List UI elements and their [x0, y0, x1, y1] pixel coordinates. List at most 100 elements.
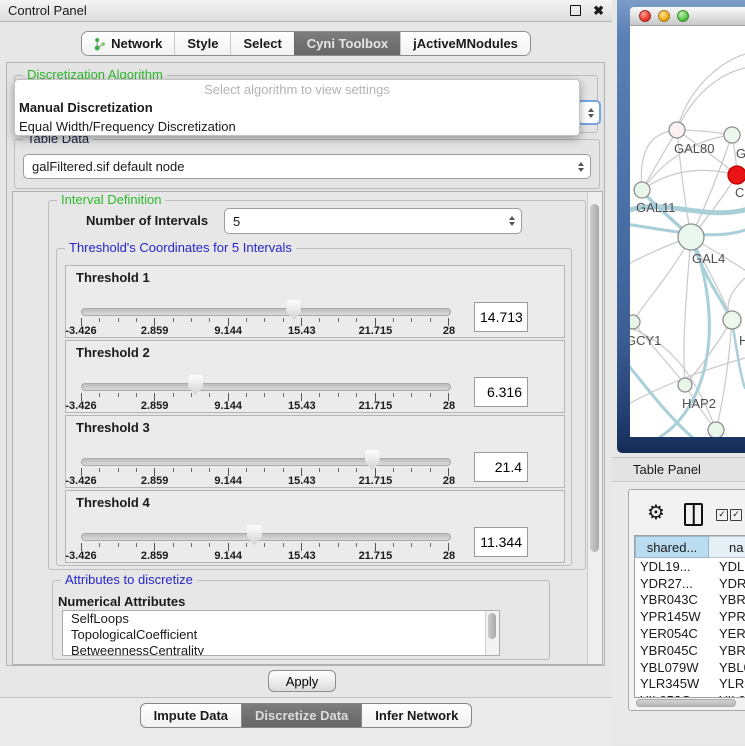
table-horizontal-scrollbar[interactable]	[634, 698, 745, 708]
split-columns-icon[interactable]	[684, 503, 703, 526]
settings-scrollbar-thumb[interactable]	[590, 204, 599, 552]
threshold-1-slider-thumb[interactable]	[286, 300, 301, 320]
slider-scale-labels: -3.4262.8599.14415.4321.71528	[81, 400, 449, 412]
table-panel-header: Table Panel	[612, 457, 745, 482]
tab-label: Network	[111, 36, 162, 51]
float-window-icon[interactable]	[570, 5, 581, 16]
tab-label: Style	[187, 36, 218, 51]
attribute-item-betweennesscentrality[interactable]: BetweennessCentrality	[63, 643, 499, 656]
gear-icon[interactable]: ⚙	[647, 502, 665, 522]
tab-infer-network[interactable]: Infer Network	[361, 703, 472, 728]
node-label: GA	[736, 146, 745, 161]
number-of-intervals-combo[interactable]: 5	[224, 208, 522, 234]
network-node-gal11[interactable]	[634, 182, 650, 198]
tab-discretize-data[interactable]: Discretize Data	[241, 703, 362, 728]
thresholds-group-title: Threshold's Coordinates for 5 Intervals	[65, 241, 296, 255]
cell-name: YLR3	[709, 676, 745, 691]
table-scrollbar-thumb[interactable]	[636, 699, 736, 707]
attribute-item-topologicalcoefficient[interactable]: TopologicalCoefficient	[63, 627, 499, 643]
scale-label: 21.715	[359, 325, 393, 337]
minimize-traffic-light-icon[interactable]	[658, 10, 670, 22]
algorithm-option-manual-discretization[interactable]: Manual Discretization	[15, 98, 579, 117]
column-header-shared-name[interactable]: shared...	[635, 536, 709, 558]
table-row[interactable]: YLR345WYLR3	[635, 676, 745, 693]
numerical-attributes-list[interactable]: SelfLoopsTopologicalCoefficientBetweenne…	[62, 610, 500, 656]
algorithm-dropdown-popup: Select algorithm to view settings Manual…	[14, 79, 580, 136]
table-row[interactable]: YPR145WYPR1	[635, 608, 745, 625]
threshold-3-value-field[interactable]	[474, 452, 528, 482]
network-node-hap2[interactable]	[678, 378, 692, 392]
network-node-c[interactable]	[728, 166, 745, 184]
network-node[interactable]	[708, 422, 724, 437]
attributes-scrollbar-thumb[interactable]	[488, 613, 496, 639]
checkbox-icon[interactable]: ✓	[716, 509, 728, 521]
close-icon[interactable]: ✖	[593, 6, 604, 16]
threshold-4-slider-thumb[interactable]	[247, 525, 262, 545]
algorithm-combo-stepper[interactable]	[577, 100, 601, 125]
table-row[interactable]: YDR27...YDR2	[635, 575, 745, 592]
slider-track[interactable]	[81, 458, 451, 466]
cell-shared-name: YDL19...	[635, 559, 709, 574]
network-node-gal80[interactable]	[669, 122, 685, 138]
tab-jactivemnodules[interactable]: jActiveMNodules	[400, 32, 530, 55]
threshold-panel-2: Threshold 2-3.4262.8599.14415.4321.71528	[65, 340, 565, 413]
slider-scale-labels: -3.4262.8599.14415.4321.71528	[81, 550, 449, 562]
threshold-3-slider[interactable]: -3.4262.8599.14415.4321.71528	[81, 416, 449, 489]
cell-shared-name: YPR145W	[635, 609, 709, 624]
table-row[interactable]: YDL19...YDL1	[635, 558, 745, 575]
tab-cyni-toolbox[interactable]: Cyni Toolbox	[294, 32, 400, 55]
cell-name: YPR1	[709, 609, 745, 624]
scale-label: 21.715	[359, 400, 393, 412]
tab-style[interactable]: Style	[174, 32, 230, 55]
network-node-gcy1[interactable]	[630, 315, 640, 329]
column-header-name[interactable]: na	[709, 536, 745, 558]
table-row[interactable]: YBL079WYBL0	[635, 659, 745, 676]
scale-label: 2.859	[141, 475, 169, 487]
table-row[interactable]: YBR045CYBR0	[635, 642, 745, 659]
scale-label: 9.144	[214, 475, 242, 487]
cell-shared-name: YBR043C	[635, 592, 709, 607]
table-header-row: shared... na	[635, 536, 745, 558]
slider-track[interactable]	[81, 533, 451, 541]
threshold-panel-3: Threshold 3-3.4262.8599.14415.4321.71528	[65, 415, 565, 488]
slider-track[interactable]	[81, 383, 451, 391]
node-label: H	[739, 333, 745, 348]
table-panel-body: ⚙ ✓ ✓ shared... na YDL19...YDL1YDR27...Y…	[612, 482, 745, 745]
tab-impute-data[interactable]: Impute Data	[140, 703, 242, 728]
attributes-list-scrollbar[interactable]	[485, 611, 499, 655]
threshold-4-slider[interactable]: -3.4262.8599.14415.4321.71528	[81, 491, 449, 564]
zoom-traffic-light-icon[interactable]	[677, 10, 689, 22]
stepper-arrows-icon	[578, 162, 584, 172]
tab-select[interactable]: Select	[230, 32, 293, 55]
node-label: GAL4	[692, 251, 725, 266]
scale-label: 9.144	[214, 325, 242, 337]
network-canvas[interactable]: GAL80GACGAL11GAL4GCY1HHAP2	[630, 26, 745, 437]
apply-button[interactable]: Apply	[268, 670, 336, 692]
scale-label: 28	[443, 550, 455, 562]
threshold-3-slider-thumb[interactable]	[365, 450, 380, 470]
tab-network[interactable]: Network	[82, 32, 174, 55]
number-of-intervals-value: 5	[233, 214, 505, 229]
threshold-2-value-field[interactable]	[474, 377, 528, 407]
attribute-item-selfloops[interactable]: SelfLoops	[63, 611, 499, 627]
slider-track[interactable]	[81, 308, 451, 316]
threshold-1-value-field[interactable]	[474, 302, 528, 332]
table-row[interactable]: YBR043CYBR0	[635, 592, 745, 609]
threshold-4-value-field[interactable]	[474, 527, 528, 557]
table-row[interactable]: YER054CYER0	[635, 625, 745, 642]
scale-label: -3.426	[65, 550, 96, 562]
threshold-2-slider-thumb[interactable]	[188, 375, 203, 395]
bottom-tab-bar: Impute DataDiscretize DataInfer Network	[0, 703, 612, 728]
threshold-1-slider[interactable]: -3.4262.8599.14415.4321.71528	[81, 266, 449, 339]
table-data-combo[interactable]: galFiltered.sif default node	[23, 154, 591, 179]
checkbox-icon[interactable]: ✓	[730, 509, 742, 521]
network-node-ga[interactable]	[724, 127, 740, 143]
network-node-gal4[interactable]	[678, 224, 704, 250]
settings-scrollbar[interactable]	[587, 192, 602, 664]
control-panel-title: Control Panel	[8, 3, 570, 18]
threshold-2-slider[interactable]: -3.4262.8599.14415.4321.71528	[81, 341, 449, 414]
close-traffic-light-icon[interactable]	[639, 10, 651, 22]
network-node-h[interactable]	[723, 311, 741, 329]
cell-name: YDL1	[709, 559, 745, 574]
algorithm-option-equal-width-frequency[interactable]: Equal Width/Frequency Discretization	[15, 117, 579, 136]
